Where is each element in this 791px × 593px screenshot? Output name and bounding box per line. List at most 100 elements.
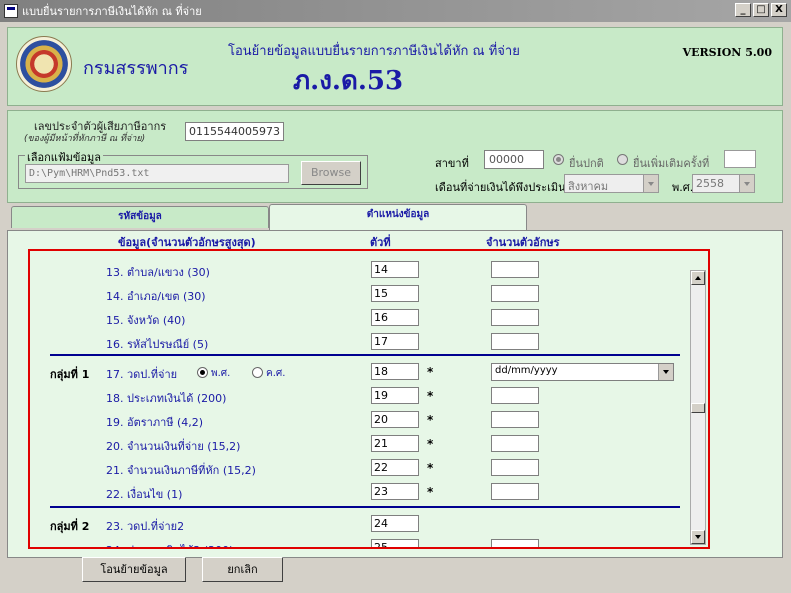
branch-label: สาขาที่ bbox=[435, 157, 469, 170]
required-marker: * bbox=[427, 389, 434, 403]
file-path-field[interactable]: D:\Pym\HRM\Pnd53.txt bbox=[25, 164, 289, 183]
tab-data-code[interactable]: รหัสข้อมูล bbox=[11, 206, 269, 228]
length-input[interactable] bbox=[491, 411, 539, 428]
field-label: 24. ประเภทเงินได้2 (200) bbox=[106, 541, 233, 547]
revenue-department-logo bbox=[16, 36, 72, 92]
tab-bar: รหัสข้อมูล ตำแหน่งข้อมูล bbox=[7, 204, 783, 232]
length-input[interactable] bbox=[491, 435, 539, 452]
tab-data-position[interactable]: ตำแหน่งข้อมูล bbox=[269, 204, 527, 230]
branch-field[interactable]: 00000 bbox=[484, 150, 544, 169]
month-select[interactable]: สิงหาคม bbox=[564, 174, 659, 193]
radio-ce-year[interactable] bbox=[252, 367, 263, 378]
chevron-down-icon[interactable] bbox=[739, 175, 754, 192]
month-value: สิงหาคม bbox=[568, 180, 609, 193]
radio-be-label: พ.ศ. bbox=[211, 368, 231, 379]
year-select[interactable]: 2558 bbox=[692, 174, 755, 193]
input-panel: เลขประจำตัวผู้เสียภาษีอากร (ของผู้มีหน้า… bbox=[7, 110, 783, 203]
list-item: 21. จำนวนเงินภาษีที่หัก (15,2) 22 * bbox=[30, 458, 690, 480]
radio-additional-filing[interactable] bbox=[617, 154, 628, 165]
length-input[interactable] bbox=[491, 539, 539, 547]
browse-button[interactable]: Browse bbox=[301, 161, 361, 185]
position-input[interactable]: 19 bbox=[371, 387, 419, 404]
position-input[interactable]: 14 bbox=[371, 261, 419, 278]
position-input[interactable]: 20 bbox=[371, 411, 419, 428]
vertical-scrollbar[interactable] bbox=[690, 270, 706, 545]
org-name: กรมสรรพากร bbox=[83, 58, 189, 79]
form-code: ภ.ง.ด.53 bbox=[293, 66, 404, 96]
scroll-down-icon[interactable] bbox=[691, 530, 705, 544]
minimize-button[interactable]: _ bbox=[735, 3, 751, 17]
field-label: 23. วดป.ที่จ่าย2 bbox=[106, 520, 185, 533]
required-marker: * bbox=[427, 413, 434, 427]
field-label: 14. อำเภอ/เขต (30) bbox=[106, 290, 206, 303]
additional-count-field[interactable] bbox=[724, 150, 756, 168]
field-label: 19. อัตราภาษี (4,2) bbox=[106, 416, 204, 429]
chevron-down-icon[interactable] bbox=[658, 364, 673, 380]
year-value: 2558 bbox=[696, 177, 724, 190]
list-item: 22. เงื่อนไข (1) 23 * bbox=[30, 482, 690, 504]
list-item: 16. รหัสไปรษณีย์ (5) 17 bbox=[30, 332, 690, 354]
header-panel: กรมสรรพากร โอนย้ายข้อมูลแบบยื่นรายการภาษ… bbox=[7, 27, 783, 106]
list-item: กลุ่มที่ 2 23. วดป.ที่จ่าย2 24 bbox=[30, 514, 690, 536]
version-label: VERSION 5.00 bbox=[682, 46, 772, 59]
date-format-value: dd/mm/yyyy bbox=[495, 365, 558, 376]
required-marker: * bbox=[427, 461, 434, 475]
position-input[interactable]: 15 bbox=[371, 285, 419, 302]
group-separator bbox=[50, 354, 680, 356]
file-select-group: เลือกแฟ้มข้อมูล D:\Pym\HRM\Pnd53.txt Bro… bbox=[18, 148, 368, 189]
month-label: เดือนที่จ่ายเงินได้พึงประเมิน bbox=[435, 181, 566, 194]
title-bar: แบบยื่นรายการภาษีเงินได้หัก ณ ที่จ่าย _ … bbox=[0, 0, 791, 22]
window-title: แบบยื่นรายการภาษีเงินได้หัก ณ ที่จ่าย bbox=[22, 5, 202, 18]
group-separator bbox=[50, 506, 680, 508]
length-input[interactable] bbox=[491, 261, 539, 278]
position-input[interactable]: 18 bbox=[371, 363, 419, 380]
length-input[interactable] bbox=[491, 309, 539, 326]
radio-normal-filing[interactable] bbox=[553, 154, 564, 165]
length-input[interactable] bbox=[491, 459, 539, 476]
cancel-button[interactable]: ยกเลิก bbox=[202, 557, 283, 582]
field-label: 20. จำนวนเงินที่จ่าย (15,2) bbox=[106, 440, 241, 453]
group-label: กลุ่มที่ 2 bbox=[50, 520, 90, 533]
taxid-field[interactable]: 0115544005973 bbox=[185, 122, 284, 141]
list-item: 14. อำเภอ/เขต (30) 15 bbox=[30, 284, 690, 306]
position-input[interactable]: 22 bbox=[371, 459, 419, 476]
radio-be-year[interactable] bbox=[197, 367, 208, 378]
field-label: 15. จังหวัด (40) bbox=[106, 314, 186, 327]
close-button[interactable]: X bbox=[771, 3, 787, 17]
field-label: 13. ตำบล/แขวง (30) bbox=[106, 266, 210, 279]
date-format-select[interactable]: dd/mm/yyyy bbox=[491, 363, 674, 381]
position-input[interactable]: 21 bbox=[371, 435, 419, 452]
length-input[interactable] bbox=[491, 483, 539, 500]
scroll-up-icon[interactable] bbox=[691, 271, 705, 285]
list-item: 20. จำนวนเงินที่จ่าย (15,2) 21 * bbox=[30, 434, 690, 456]
scroll-thumb[interactable] bbox=[691, 403, 705, 413]
list-item: 13. ตำบล/แขวง (30) 14 bbox=[30, 260, 690, 282]
list-item: 24. ประเภทเงินได้2 (200) 25 bbox=[30, 538, 690, 547]
transfer-data-button[interactable]: โอนย้ายข้อมูล bbox=[82, 557, 186, 582]
position-input[interactable]: 25 bbox=[371, 539, 419, 547]
field-label: 22. เงื่อนไข (1) bbox=[106, 488, 183, 501]
taxid-sublabel: (ของผู้มีหน้าที่หักภาษี ณ ที่จ่าย) bbox=[24, 134, 146, 144]
radio-normal-label: ยื่นปกติ bbox=[569, 157, 604, 170]
field-label: 18. ประเภทเงินได้ (200) bbox=[106, 392, 227, 405]
position-input[interactable]: 24 bbox=[371, 515, 419, 532]
position-input[interactable]: 16 bbox=[371, 309, 419, 326]
year-label: พ.ศ. bbox=[672, 181, 694, 194]
radio-ce-label: ค.ศ. bbox=[266, 368, 286, 379]
page-title: โอนย้ายข้อมูลแบบยื่นรายการภาษีเงินได้หัก… bbox=[228, 44, 520, 59]
list-item: กลุ่มที่ 1 17. วดป.ที่จ่าย พ.ศ. ค.ศ. 18 … bbox=[30, 362, 690, 384]
list-item: 18. ประเภทเงินได้ (200) 19 * bbox=[30, 386, 690, 408]
position-input[interactable]: 23 bbox=[371, 483, 419, 500]
app-icon bbox=[4, 4, 18, 18]
field-label: 16. รหัสไปรษณีย์ (5) bbox=[106, 338, 209, 351]
length-input[interactable] bbox=[491, 285, 539, 302]
length-input[interactable] bbox=[491, 333, 539, 350]
position-input[interactable]: 17 bbox=[371, 333, 419, 350]
field-label: 17. วดป.ที่จ่าย bbox=[106, 368, 178, 381]
field-label: 21. จำนวนเงินภาษีที่หัก (15,2) bbox=[106, 464, 256, 477]
maximize-button[interactable]: □ bbox=[753, 3, 769, 17]
window-controls: _ □ X bbox=[735, 3, 787, 17]
length-input[interactable] bbox=[491, 387, 539, 404]
chevron-down-icon[interactable] bbox=[643, 175, 658, 192]
field-mapping-list[interactable]: 13. ตำบล/แขวง (30) 14 14. อำเภอ/เขต (30)… bbox=[28, 249, 710, 549]
